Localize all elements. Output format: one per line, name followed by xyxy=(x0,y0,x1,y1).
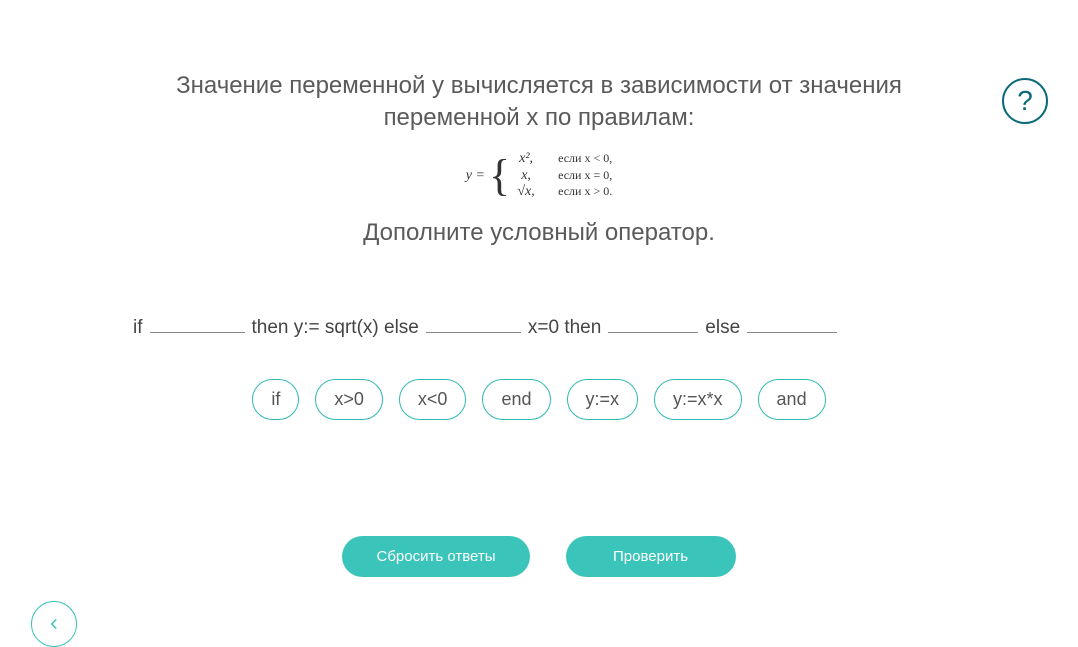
option-chip[interactable]: y:=x xyxy=(567,379,639,420)
fill-text-1: if xyxy=(133,317,143,339)
formula-cases: x², если x < 0, x, если x = 0, √x, если … xyxy=(512,151,612,201)
case3-cond: если x > 0. xyxy=(558,184,612,201)
fill-text-3: x=0 then xyxy=(528,317,601,339)
reset-button[interactable]: Сбросить ответы xyxy=(342,536,529,577)
back-button[interactable] xyxy=(31,601,77,647)
case2-expr: x, xyxy=(512,168,540,185)
brace-icon: { xyxy=(489,156,510,196)
option-chip[interactable]: and xyxy=(758,379,826,420)
option-chip[interactable]: if xyxy=(252,379,299,420)
chevron-left-icon xyxy=(45,615,63,633)
question-title-line1: Значение переменной y вычисляется в зави… xyxy=(176,72,902,99)
question-title: Значение переменной y вычисляется в зави… xyxy=(129,70,949,135)
formula: y = { x², если x < 0, x, если x = 0, √x,… xyxy=(466,151,612,201)
question-container: Значение переменной y вычисляется в зави… xyxy=(129,0,949,420)
case3-expr: √x, xyxy=(512,184,540,201)
option-chip[interactable]: y:=x*x xyxy=(654,379,742,420)
action-buttons: Сбросить ответы Проверить xyxy=(0,536,1078,577)
question-title-line2: переменной x по правилам: xyxy=(384,104,695,131)
fill-in-row: if then y:= sqrt(x) else x=0 then else xyxy=(129,305,949,339)
case1-cond: если x < 0, xyxy=(558,151,612,168)
blank-4[interactable] xyxy=(747,305,837,333)
blank-3[interactable] xyxy=(608,305,698,333)
fill-text-2: then y:= sqrt(x) else xyxy=(252,317,419,339)
blank-1[interactable] xyxy=(150,305,245,333)
option-chip[interactable]: x<0 xyxy=(399,379,467,420)
formula-prefix: y = xyxy=(466,168,485,184)
option-chip[interactable]: end xyxy=(482,379,550,420)
instruction: Дополните условный оператор. xyxy=(129,219,949,247)
check-button[interactable]: Проверить xyxy=(566,536,736,577)
fill-text-4: else xyxy=(705,317,740,339)
case1-expr: x², xyxy=(512,151,540,168)
options-row: if x>0 x<0 end y:=x y:=x*x and xyxy=(129,379,949,420)
option-chip[interactable]: x>0 xyxy=(315,379,383,420)
help-button[interactable]: ? xyxy=(1002,78,1048,124)
help-icon: ? xyxy=(1017,85,1033,117)
case2-cond: если x = 0, xyxy=(558,168,612,185)
blank-2[interactable] xyxy=(426,305,521,333)
